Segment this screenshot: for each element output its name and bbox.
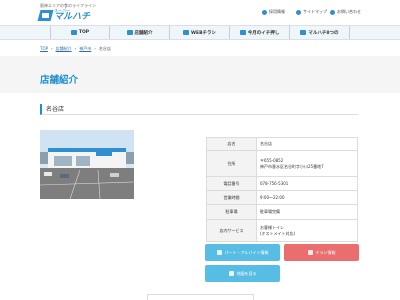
flyer-info-button[interactable]: チラシ情報	[284, 244, 359, 261]
nav-monthly-pick[interactable]: 今月のイチ押し	[230, 26, 290, 39]
map-pin-icon	[228, 271, 234, 276]
info-row-hours: 営業時間 9:00～22:00	[206, 190, 358, 205]
store-photo	[40, 130, 134, 199]
logo-mark-icon	[37, 10, 54, 21]
nav-web-flyer[interactable]: WEBチラシ	[170, 26, 230, 39]
nav-eight-points[interactable]: マルハチ8つの	[290, 26, 350, 39]
info-row-phone: 電話番号 078-756-5301	[206, 176, 358, 191]
thumb-icon	[239, 30, 246, 35]
person-icon	[262, 9, 267, 15]
util-link-recruit[interactable]: 採用情報	[262, 9, 285, 15]
store-icon	[126, 30, 133, 35]
mail-icon	[330, 9, 335, 15]
info-row-services: 店内サービス お客様トイレ (オストメイト対応)	[206, 219, 358, 242]
site-header: 阪神エリアの食のライフライン スーパー マルハチ 採用情報 サイトマップ お問い…	[0, 0, 400, 25]
logo-big-text: マルハチ	[54, 12, 91, 22]
breadcrumb-current: 名谷店	[98, 46, 111, 51]
nav-top[interactable]: TOP	[50, 26, 110, 39]
info-row-parking: 駐車場 駐車場完備	[206, 204, 358, 220]
util-link-sitemap[interactable]: サイトマップ	[296, 9, 327, 15]
store-heading: 名谷店	[40, 104, 358, 115]
breadcrumb-stores[interactable]: 店舗紹介	[56, 46, 72, 52]
view-map-button[interactable]: 地図を見る	[205, 265, 280, 282]
global-nav: TOP 店舗紹介 WEBチラシ 今月のイチ押し マルハチ8つの	[0, 25, 400, 40]
flyer-icon	[307, 250, 313, 255]
breadcrumb-top[interactable]: TOP	[40, 46, 48, 52]
store-info-table: 店名 名谷店 住所 〒655-0852 神戸市垂水区名谷町字小川25番地7 電話…	[206, 137, 358, 242]
nav-stores[interactable]: 店舗紹介	[110, 26, 170, 39]
star-icon	[300, 30, 307, 35]
flyer-icon	[183, 30, 190, 35]
job-info-button[interactable]: パート・アルバイト情報	[205, 244, 280, 261]
info-row-address: 住所 〒655-0852 神戸市垂水区名谷町字小川25番地7	[206, 150, 358, 177]
breadcrumb-city[interactable]: 神戸市	[79, 46, 91, 52]
bottom-panel	[147, 294, 254, 300]
util-link-contact[interactable]: お問い合わせ	[330, 9, 361, 15]
page-title: 店舗紹介	[40, 75, 79, 86]
info-row-name: 店名 名谷店	[206, 137, 358, 151]
person-icon	[216, 250, 222, 255]
home-icon	[70, 30, 77, 35]
sitemap-icon	[296, 9, 301, 15]
breadcrumb: TOP › 店舗紹介 › 神戸市 › 名谷店	[40, 46, 111, 52]
site-logo[interactable]: スーパー マルハチ	[37, 9, 91, 22]
